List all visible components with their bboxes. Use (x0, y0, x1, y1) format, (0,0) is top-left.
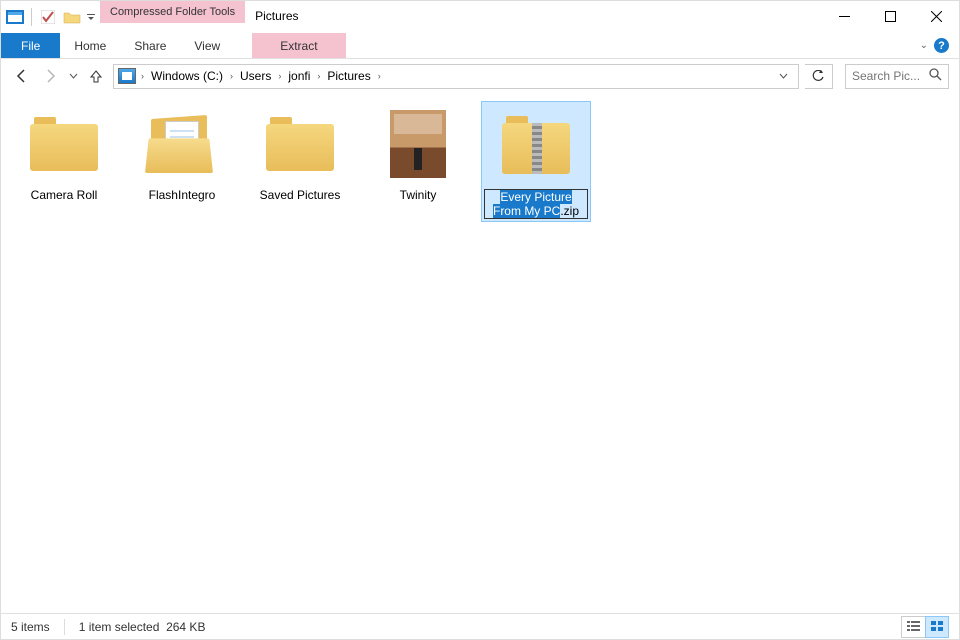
context-tab-header: Compressed Folder Tools (100, 1, 245, 31)
folder-item[interactable]: Twinity (363, 101, 473, 222)
breadcrumb[interactable]: › Windows (C:) › Users › jonfi › Picture… (113, 64, 799, 89)
minimize-button[interactable] (821, 1, 867, 31)
quick-access-toolbar (1, 1, 100, 33)
window-controls (821, 1, 959, 31)
item-label-rename[interactable]: Every Picture From My PC.zip (484, 189, 588, 219)
folder-item[interactable]: Camera Roll (9, 101, 119, 222)
tab-view[interactable]: View (180, 33, 234, 58)
chevron-right-icon[interactable]: › (314, 71, 323, 81)
tab-extract[interactable]: Extract (252, 33, 345, 58)
file-view[interactable]: Camera Roll FlashIntegro Saved Pictures … (1, 93, 959, 613)
close-button[interactable] (913, 1, 959, 31)
breadcrumb-root-chevron[interactable]: › (138, 71, 147, 81)
search-box[interactable] (845, 64, 949, 89)
selection-info: 1 item selected 264 KB (79, 620, 206, 634)
folder-icon (254, 103, 346, 185)
ribbon-expand-icon[interactable]: ⌄ (920, 40, 928, 51)
back-button[interactable] (11, 65, 33, 87)
maximize-button[interactable] (867, 1, 913, 31)
separator (64, 619, 65, 635)
zip-file-item[interactable]: Every Picture From My PC.zip (481, 101, 591, 222)
window-title: Pictures (245, 1, 821, 31)
refresh-button[interactable] (805, 64, 833, 89)
app-icon[interactable] (5, 7, 25, 27)
zip-folder-icon (490, 104, 582, 186)
breadcrumb-item[interactable]: Users (236, 69, 275, 83)
context-tab-label: Compressed Folder Tools (100, 1, 245, 23)
tab-share[interactable]: Share (120, 33, 180, 58)
folder-item[interactable]: FlashIntegro (127, 101, 237, 222)
breadcrumb-item[interactable]: Pictures (323, 69, 374, 83)
item-label: FlashIntegro (149, 188, 216, 202)
tab-file[interactable]: File (1, 33, 60, 58)
item-label: Camera Roll (31, 188, 98, 202)
ribbon-tabs: File Home Share View Extract ⌄ ? (1, 33, 959, 59)
image-thumbnail (372, 103, 464, 185)
chevron-right-icon[interactable]: › (275, 71, 284, 81)
status-bar: 5 items 1 item selected 264 KB (1, 613, 959, 639)
breadcrumb-item[interactable]: jonfi (284, 69, 314, 83)
breadcrumb-item[interactable]: Windows (C:) (147, 69, 227, 83)
separator (31, 8, 32, 26)
up-button[interactable] (85, 65, 107, 87)
chevron-right-icon[interactable]: › (227, 71, 236, 81)
location-icon[interactable] (118, 68, 136, 84)
details-view-button[interactable] (901, 616, 925, 638)
folder-icon (18, 103, 110, 185)
title-bar: Compressed Folder Tools Pictures (1, 1, 959, 33)
chevron-right-icon[interactable]: › (375, 71, 384, 81)
forward-button[interactable] (39, 65, 61, 87)
properties-icon[interactable] (38, 7, 58, 27)
help-icon[interactable]: ? (934, 38, 949, 53)
search-icon[interactable] (929, 68, 942, 84)
search-input[interactable] (852, 69, 922, 83)
large-icons-view-button[interactable] (925, 616, 949, 638)
navigation-bar: › Windows (C:) › Users › jonfi › Picture… (1, 59, 959, 93)
item-label: Saved Pictures (260, 188, 341, 202)
folder-open-icon (136, 103, 228, 185)
folder-item[interactable]: Saved Pictures (245, 101, 355, 222)
qat-customize-dropdown[interactable] (86, 13, 96, 21)
tab-home[interactable]: Home (60, 33, 120, 58)
recent-locations-dropdown[interactable] (67, 65, 79, 87)
item-count: 5 items (11, 620, 50, 634)
address-history-dropdown[interactable] (773, 71, 794, 81)
item-label: Twinity (400, 188, 437, 202)
new-folder-icon[interactable] (62, 7, 82, 27)
